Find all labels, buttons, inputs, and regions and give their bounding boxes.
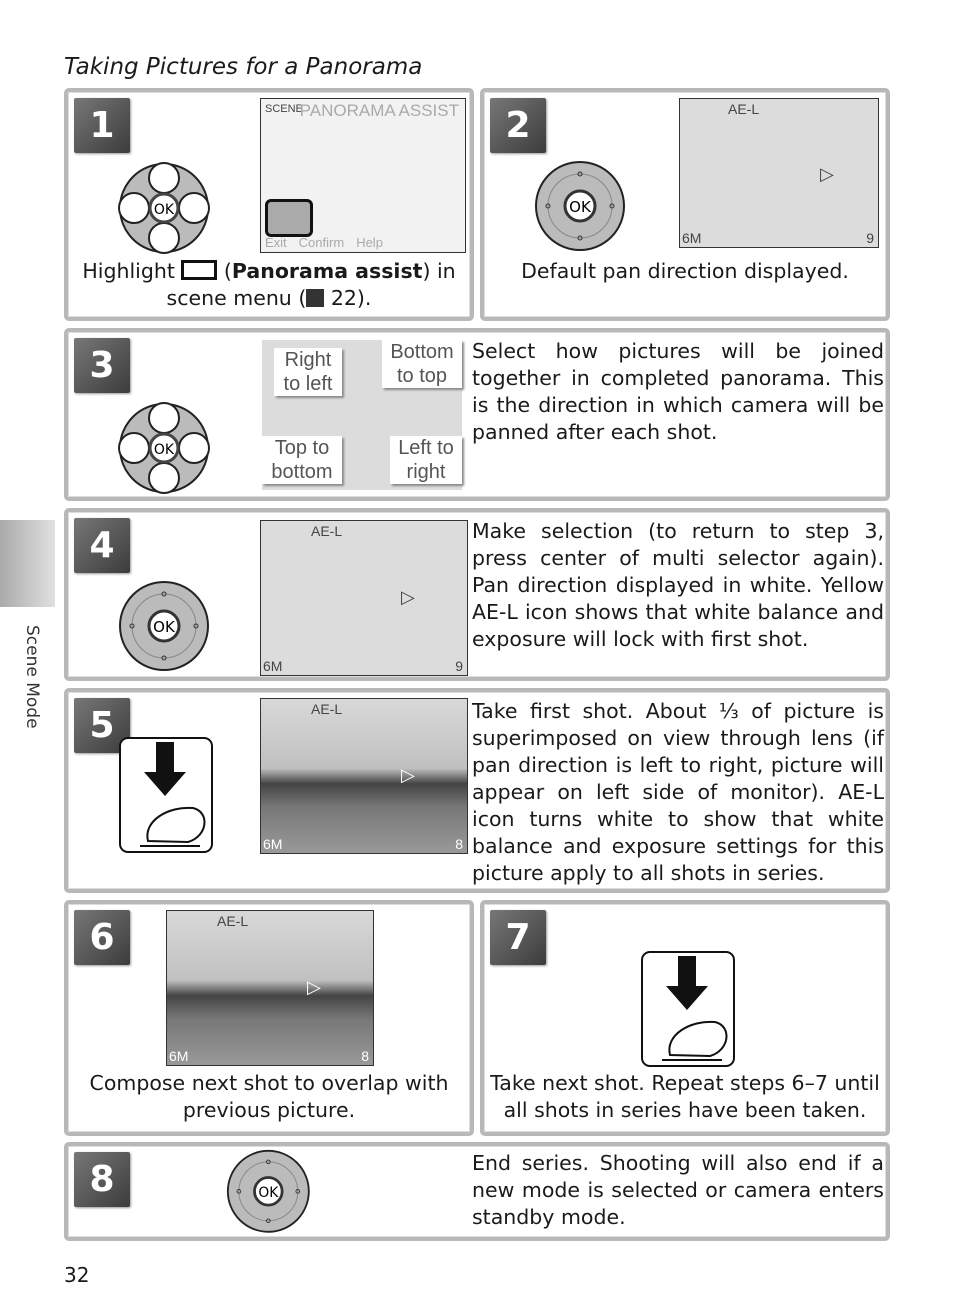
step-6-text: Compose next shot to overlap with previo… <box>89 1071 449 1122</box>
page-title: Taking Pictures for a Panorama <box>64 54 423 80</box>
side-tab-label: Scene Mode <box>22 625 42 729</box>
multi-selector-icon: OK <box>226 1149 311 1237</box>
panorama-assist-icon[interactable] <box>265 199 313 237</box>
step-number: 7 <box>490 910 546 965</box>
callout-left-to-right: Left to right <box>390 436 462 484</box>
multi-selector-icon: OK <box>118 402 210 498</box>
step-number: 1 <box>74 98 130 153</box>
reference-icon <box>306 289 325 307</box>
panorama-icon <box>181 260 218 280</box>
step-4-panel: 4 OK AE-L ▷ 6M 9 Make selection (to retu… <box>64 508 890 681</box>
shutter-button-icon <box>640 950 736 1072</box>
multi-selector-icon: OK <box>118 162 210 258</box>
callout-top-to-bottom: Top to bottom <box>262 436 342 484</box>
image-size: 6M <box>263 658 283 674</box>
page-number: 32 <box>64 1263 90 1287</box>
step-number: 3 <box>74 338 130 393</box>
step-8-text: End series. Shooting will also end if a … <box>472 1151 884 1229</box>
monitor-photo-screen: AE-L ▷ 6M 8 <box>260 698 468 854</box>
exposure-count: 8 <box>455 836 463 852</box>
image-size: 6M <box>169 1048 189 1064</box>
multi-selector-icon: OK <box>118 580 210 676</box>
pan-arrow-right-icon: ▷ <box>820 164 834 184</box>
step-1-panel: 1 OK SCENE PANORAMA ASSIST Exit Confirm He… <box>64 88 474 321</box>
step-number: 8 <box>74 1152 130 1207</box>
step-7-text: Take next shot. Repeat steps 6–7 until a… <box>490 1071 880 1122</box>
image-size: 6M <box>682 230 702 246</box>
step-3-text: Select how pictures will be joined toget… <box>472 339 884 444</box>
svg-text:OK: OK <box>154 202 175 218</box>
step-5-panel: 5 AE-L ▷ 6M 8 Take first shot. About ⅓ o… <box>64 688 890 893</box>
side-tab <box>0 520 55 607</box>
svg-text:OK: OK <box>154 442 175 458</box>
step-1-text: Highlight (Panorama assist) in scene men… <box>82 259 456 310</box>
monitor-screen: AE-L ▷ 6M 9 <box>679 98 879 248</box>
svg-text:OK: OK <box>258 1185 279 1201</box>
callout-bottom-to-top: Bottom to top <box>382 340 462 388</box>
exit-label: Exit <box>265 235 287 250</box>
scene-tab: SCENE <box>265 103 303 115</box>
step-5-text: Take first shot. About ⅓ of picture is s… <box>472 699 884 885</box>
image-size: 6M <box>263 836 283 852</box>
step-number: 6 <box>74 910 130 965</box>
ael-indicator: AE-L <box>217 913 249 929</box>
ael-indicator: AE-L <box>311 523 343 539</box>
exposure-count: 8 <box>361 1048 369 1064</box>
step-3-panel: 3 OK Right to left Bottom to top Top to … <box>64 328 890 501</box>
menu-title: PANORAMA ASSIST <box>299 101 459 120</box>
confirm-label: Confirm <box>298 235 345 250</box>
help-label: Help <box>356 235 383 250</box>
monitor-screen: AE-L ▷ 6M 9 <box>260 520 468 676</box>
step-7-panel: 7 Take next shot. Repeat steps 6–7 until… <box>480 900 890 1136</box>
shutter-button-icon <box>118 736 214 858</box>
pan-arrow-right-icon: ▷ <box>401 765 415 785</box>
step-2-text: Default pan direction displayed. <box>521 259 849 283</box>
svg-text:OK: OK <box>569 198 592 216</box>
exposure-count: 9 <box>866 230 874 246</box>
step-number: 2 <box>490 98 546 153</box>
direction-screen: Right to left Bottom to top Top to botto… <box>262 340 462 490</box>
step-2-panel: 2 OK AE-L ▷ 6M 9 Default pan direction d… <box>480 88 890 321</box>
ael-indicator: AE-L <box>728 101 760 117</box>
step-6-panel: 6 AE-L ▷ 6M 8 Compose next shot to overl… <box>64 900 474 1136</box>
multi-selector-icon: OK <box>534 160 626 256</box>
pan-arrow-right-icon: ▷ <box>307 977 321 997</box>
monitor-photo-screen: AE-L ▷ 6M 8 <box>166 910 374 1066</box>
ael-indicator: AE-L <box>311 701 343 717</box>
pan-arrow-right-icon: ▷ <box>401 587 415 607</box>
exposure-count: 9 <box>455 658 463 674</box>
svg-text:OK: OK <box>153 618 176 636</box>
step-4-text: Make selection (to return to step 3, pre… <box>472 519 884 651</box>
callout-right-to-left: Right to left <box>274 348 342 396</box>
step-8-panel: 8 OK End series. Shooting will also end … <box>64 1142 890 1241</box>
scene-menu-screen: SCENE PANORAMA ASSIST Exit Confirm Help <box>260 98 466 253</box>
step-number: 4 <box>74 518 130 573</box>
